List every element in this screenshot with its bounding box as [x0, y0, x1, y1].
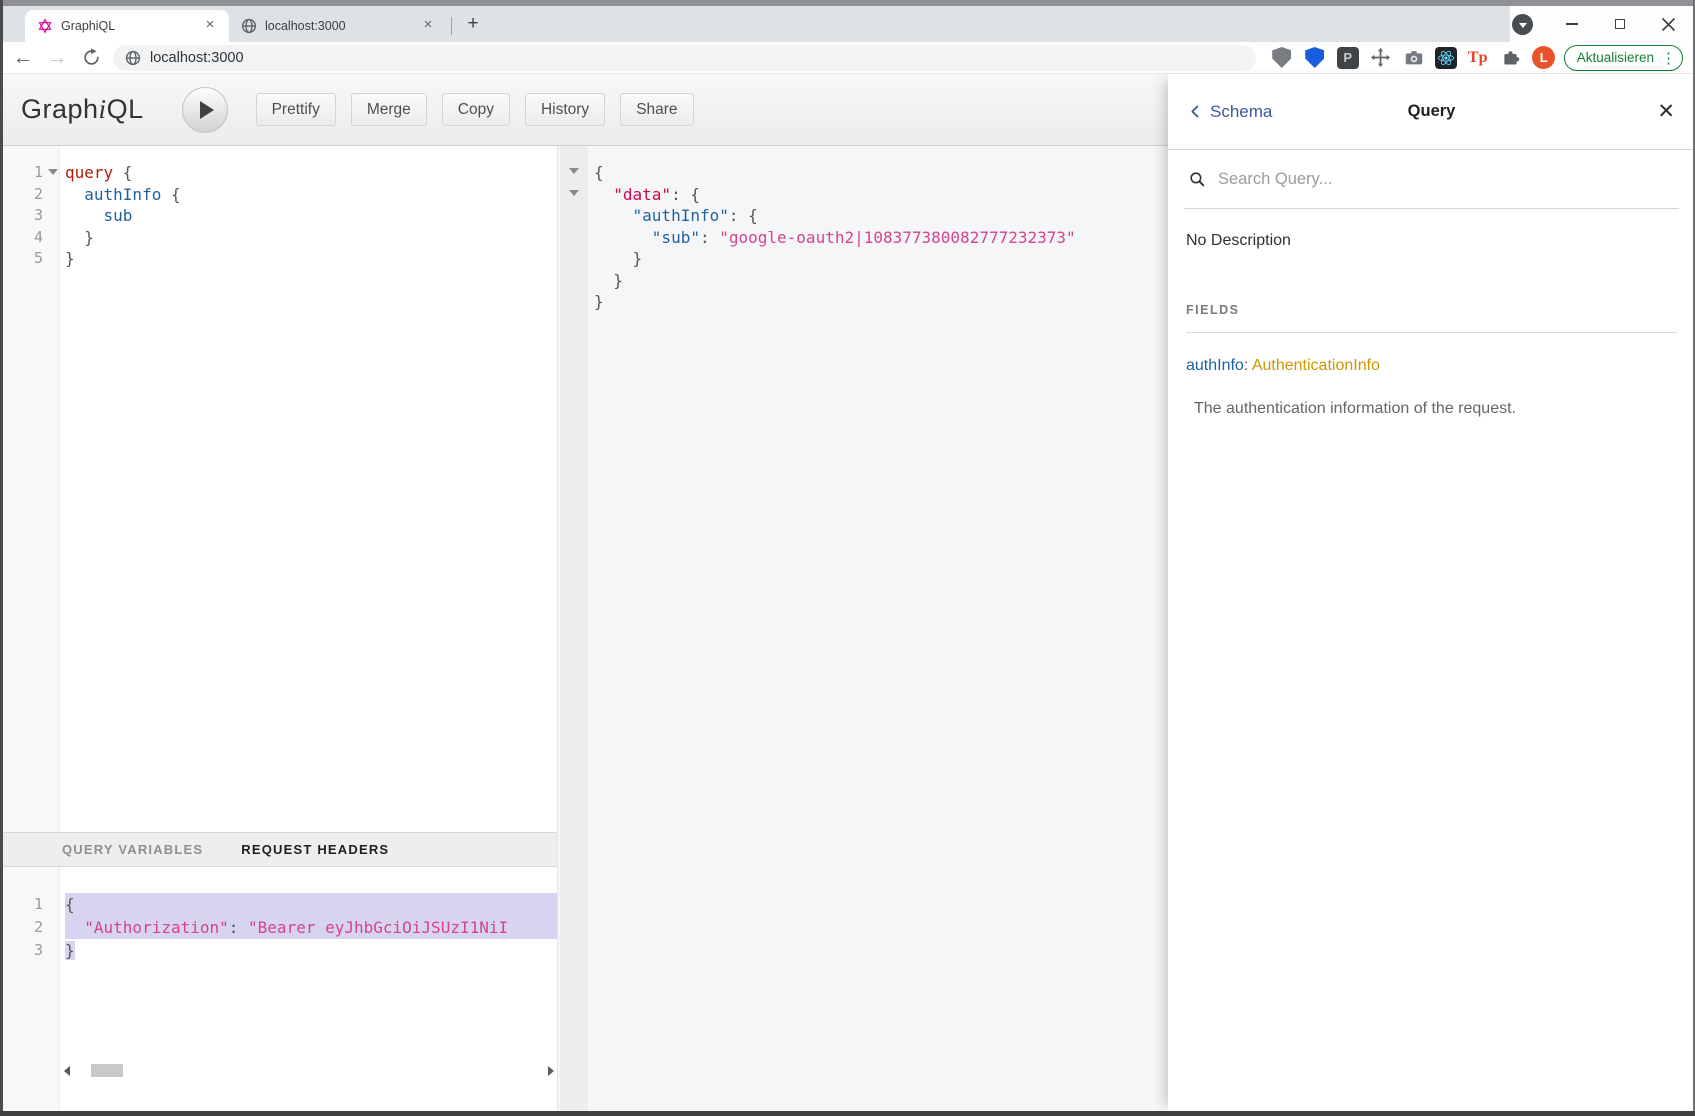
tab-search-button[interactable]: [1512, 14, 1533, 35]
horizontal-scrollbar[interactable]: [61, 1062, 557, 1079]
toolbar-buttons: Prettify Merge Copy History Share: [256, 93, 694, 126]
copy-button[interactable]: Copy: [442, 93, 510, 126]
secondary-editor-tabs: QUERY VARIABLES REQUEST HEADERS: [3, 832, 557, 867]
doc-search-row: [1184, 150, 1679, 209]
doc-explorer-header: Schema Query ✕: [1168, 74, 1695, 150]
update-label: Aktualisieren: [1577, 50, 1654, 65]
share-button[interactable]: Share: [620, 93, 693, 126]
graphiql-toolbar: GraphiQL Prettify Merge Copy History Sha…: [3, 74, 1168, 146]
minimize-button[interactable]: [1561, 13, 1583, 35]
back-button[interactable]: ←: [9, 44, 37, 72]
query-editor[interactable]: 12345 query { authInfo { sub }}: [3, 146, 557, 832]
extensions-puzzle-icon[interactable]: [1499, 46, 1523, 70]
result-json: { "data": { "authInfo": { "sub": "google…: [589, 146, 1168, 1111]
fold-arrow-icon[interactable]: [569, 190, 579, 196]
search-icon: [1188, 170, 1207, 189]
field-description: The authentication information of the re…: [1194, 400, 1677, 418]
p-extension-icon[interactable]: P: [1336, 46, 1360, 70]
execute-query-button[interactable]: [182, 87, 228, 133]
result-fold-gutter: [560, 146, 588, 1111]
field-name-link[interactable]: authInfo: [1186, 357, 1244, 374]
react-devtools-extension-icon[interactable]: [1435, 47, 1457, 69]
fold-arrow-icon[interactable]: [569, 168, 579, 174]
ublock-extension-icon[interactable]: [1270, 46, 1294, 70]
window-frame-top: [0, 0, 1695, 6]
fields-heading: FIELDS: [1186, 303, 1677, 317]
headers-editor-gutter: 123: [3, 867, 60, 1111]
graphiql-logo: GraphiQL: [21, 94, 144, 125]
move-tool-extension-icon[interactable]: [1369, 46, 1393, 70]
doc-back-link[interactable]: Schema: [1188, 102, 1272, 122]
window-controls: [1561, 13, 1679, 35]
tab-close-icon[interactable]: ×: [419, 17, 437, 35]
query-editor-gutter: 12345: [3, 146, 60, 832]
tab-title: GraphiQL: [61, 19, 201, 33]
reload-button[interactable]: [77, 44, 105, 72]
tab-localhost[interactable]: localhost:3000 ×: [229, 10, 447, 42]
window-frame-bottom: [0, 1111, 1695, 1116]
tab-close-icon[interactable]: ×: [201, 17, 219, 35]
field-type-link[interactable]: AuthenticationInfo: [1252, 357, 1380, 374]
browser-window: GraphiQL × localhost:3000 × + ← →: [0, 0, 1695, 1116]
fold-arrow-icon[interactable]: [48, 169, 58, 175]
tab-strip: GraphiQL × localhost:3000 × +: [3, 6, 1693, 42]
maximize-button[interactable]: [1609, 13, 1631, 35]
browser-toolbar: ← → localhost:3000 P Tp: [3, 42, 1693, 74]
doc-back-label: Schema: [1210, 102, 1272, 122]
field-colon: :: [1244, 357, 1252, 374]
history-button[interactable]: History: [525, 93, 605, 126]
field-row: authInfo: AuthenticationInfo: [1186, 357, 1677, 375]
doc-close-icon[interactable]: ✕: [1657, 101, 1675, 122]
graphiql-logo-icon: [37, 18, 53, 34]
globe-icon: [125, 50, 141, 66]
chevron-down-icon: [1519, 23, 1527, 28]
doc-content: No Description FIELDS authInfo: Authenti…: [1168, 232, 1695, 418]
merge-button[interactable]: Merge: [351, 93, 427, 126]
url-text: localhost:3000: [150, 50, 244, 66]
kebab-menu-icon: ⋮: [1661, 49, 1676, 67]
address-bar[interactable]: localhost:3000: [113, 45, 1256, 71]
scrollbar-track[interactable]: [73, 1064, 545, 1077]
result-pane: { "data": { "authInfo": { "sub": "google…: [557, 146, 1168, 1111]
tab-graphiql[interactable]: GraphiQL ×: [25, 10, 229, 42]
chrome-update-menu-button[interactable]: Aktualisieren ⋮: [1564, 45, 1683, 71]
tab-divider: [451, 17, 452, 35]
prettify-button[interactable]: Prettify: [256, 93, 336, 126]
window-frame-left: [0, 0, 3, 1116]
doc-explorer: Schema Query ✕ No Description FIELDS aut…: [1168, 74, 1695, 1111]
query-editor-code[interactable]: query { authInfo { sub }}: [61, 146, 557, 832]
new-tab-button[interactable]: +: [460, 12, 486, 38]
divider: [1186, 332, 1677, 333]
play-icon: [200, 101, 214, 119]
chevron-left-icon: [1188, 103, 1203, 120]
type-description: No Description: [1186, 232, 1677, 250]
globe-icon: [241, 18, 257, 34]
bitwarden-extension-icon[interactable]: [1303, 46, 1327, 70]
extensions-row: P Tp L: [1270, 46, 1556, 70]
tab-title: localhost:3000: [265, 19, 419, 33]
doc-search-input[interactable]: [1218, 170, 1538, 189]
tab-query-variables[interactable]: QUERY VARIABLES: [62, 842, 203, 857]
editor-pane: 12345 query { authInfo { sub }} QUERY VA…: [3, 146, 557, 1111]
scrollbar-thumb[interactable]: [91, 1064, 123, 1077]
tp-extension-icon[interactable]: Tp: [1466, 46, 1490, 70]
camera-extension-icon[interactable]: [1402, 46, 1426, 70]
scroll-left-arrow-icon[interactable]: [61, 1064, 73, 1077]
scroll-right-arrow-icon[interactable]: [545, 1064, 557, 1077]
window-close-button[interactable]: [1657, 13, 1679, 35]
profile-avatar[interactable]: L: [1532, 46, 1556, 70]
tab-request-headers[interactable]: REQUEST HEADERS: [241, 842, 389, 857]
forward-button[interactable]: →: [43, 44, 71, 72]
